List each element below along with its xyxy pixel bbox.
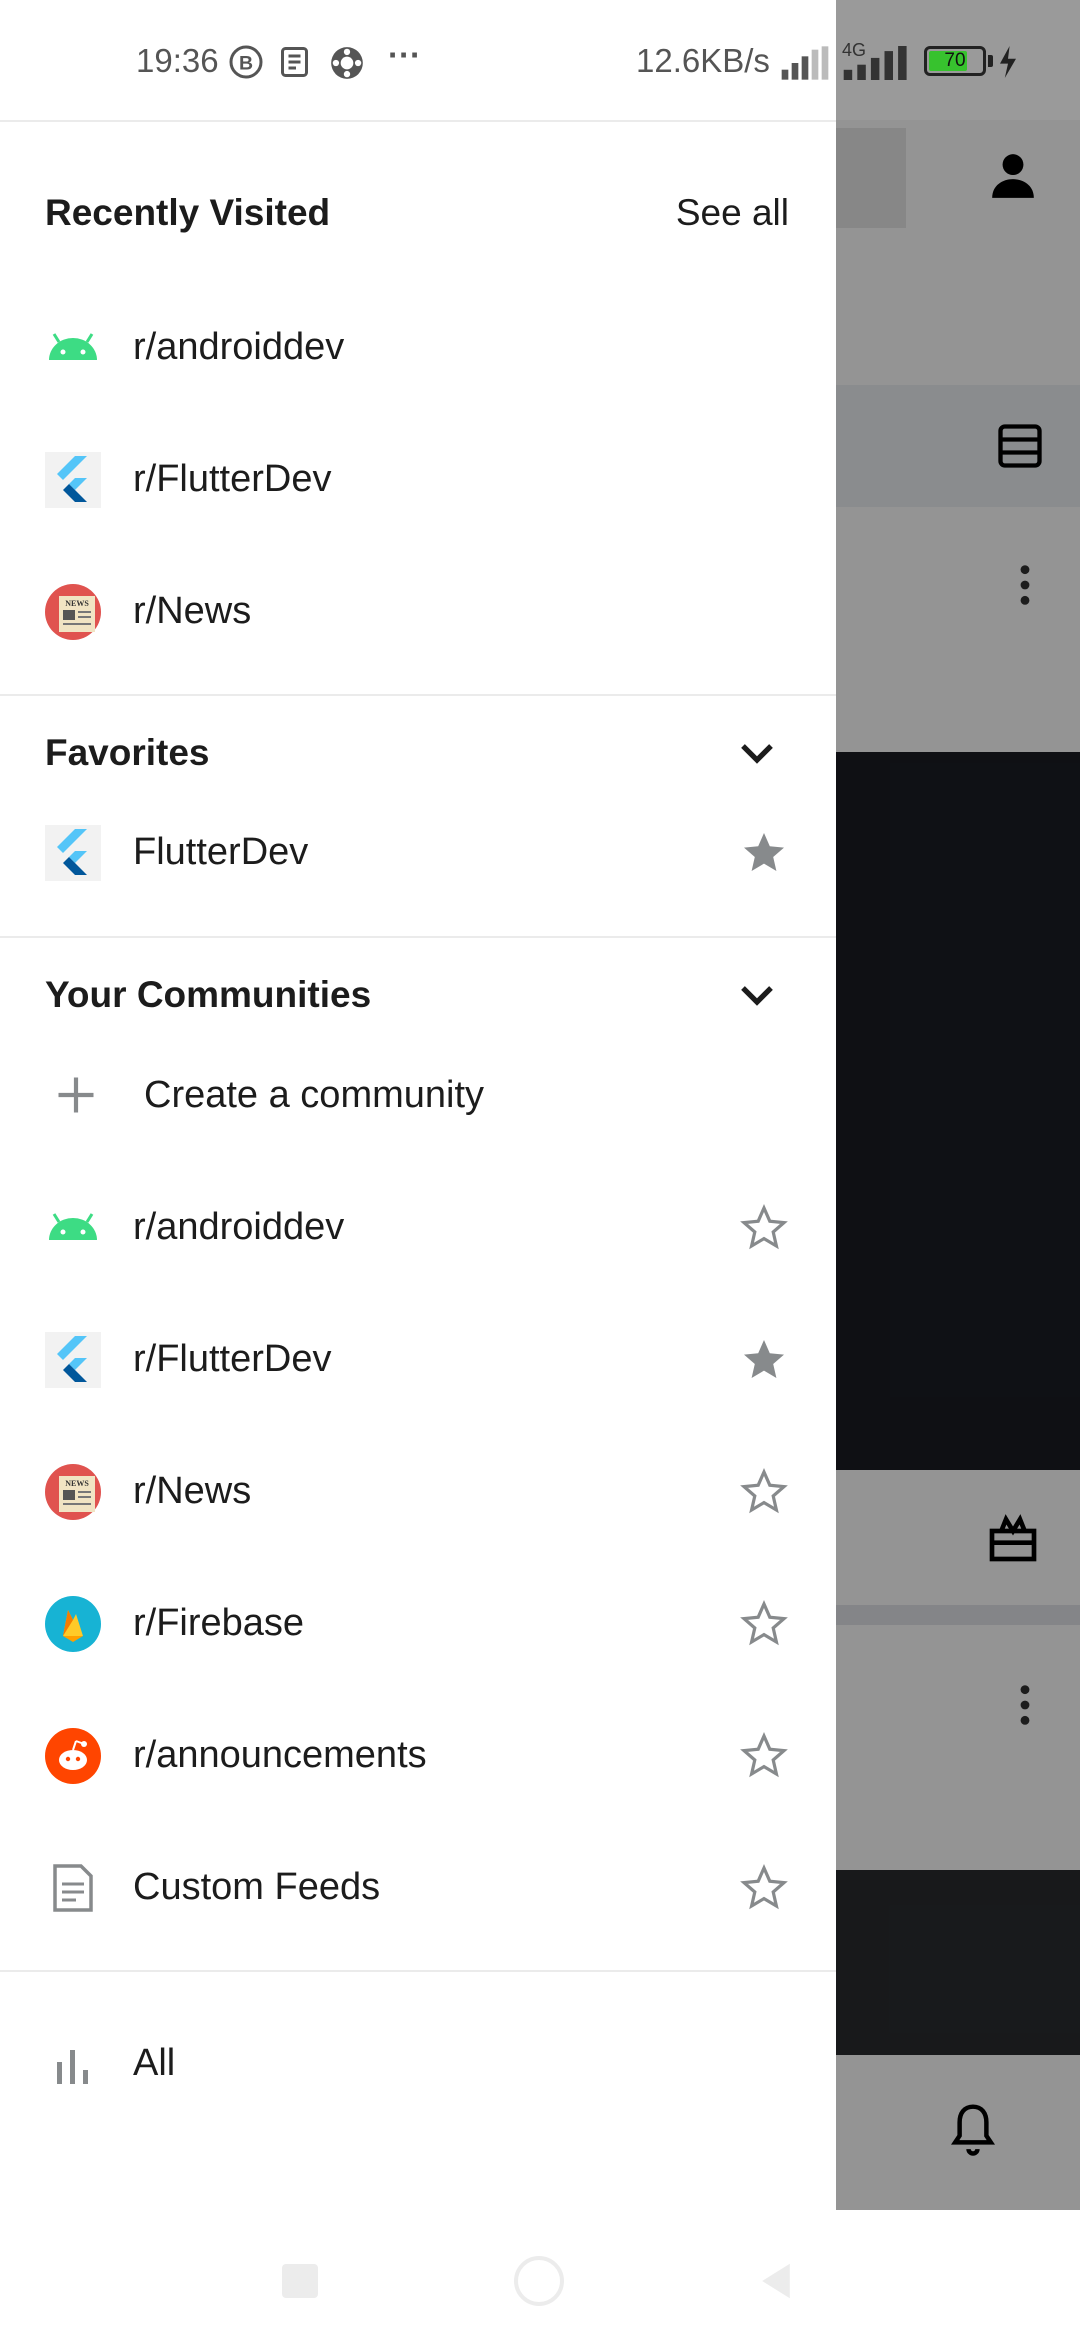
battery-level: 70: [944, 50, 966, 71]
all-label: All: [133, 2042, 176, 2084]
svg-text:NEWS: NEWS: [65, 1479, 89, 1488]
community-item-label: r/Firebase: [133, 1602, 305, 1644]
system-navigation-bar: [0, 2210, 1080, 2340]
plus-icon: [58, 1077, 94, 1113]
create-community-button[interactable]: Create a community: [0, 1040, 836, 1150]
all-item[interactable]: All: [0, 2008, 836, 2118]
community-item-label: r/announcements: [133, 1734, 427, 1776]
community-item-firebase[interactable]: r/Firebase: [0, 1568, 836, 1678]
chevron-down-icon[interactable]: [736, 732, 778, 774]
news-icon: NEWS: [45, 1464, 101, 1520]
create-community-label: Create a community: [144, 1074, 485, 1116]
star-filled-icon[interactable]: [740, 829, 788, 877]
feed-icon: [53, 1864, 93, 1912]
favorite-item-flutterdev[interactable]: FlutterDev: [0, 797, 836, 907]
community-item-label: r/News: [133, 1470, 252, 1512]
star-filled-icon[interactable]: [740, 1336, 788, 1384]
recent-item-androiddev[interactable]: r/androiddev: [0, 292, 836, 402]
status-more-dots: ···: [388, 36, 421, 73]
news-icon: NEWS: [45, 584, 101, 640]
star-outline-icon[interactable]: [740, 1864, 788, 1912]
star-outline-icon[interactable]: [740, 1204, 788, 1252]
your-communities-title: Your Communities: [45, 974, 372, 1015]
battery-icon: 70: [924, 46, 986, 76]
status-net-speed: 12.6KB/s: [636, 42, 770, 79]
bar-chart-icon: [57, 2050, 88, 2084]
see-all-link[interactable]: See all: [676, 192, 789, 234]
flutter-icon: [45, 825, 101, 881]
recent-apps-button[interactable]: [282, 2264, 318, 2298]
favorites-title: Favorites: [45, 732, 210, 773]
reddit-icon: [45, 1728, 101, 1784]
section-divider: [0, 1970, 836, 1972]
community-item-androiddev[interactable]: r/androiddev: [0, 1172, 836, 1282]
community-item-flutterdev[interactable]: r/FlutterDev: [0, 1304, 836, 1414]
status-bar: 19:36 B ··· 12.6KB/s: [0, 0, 836, 120]
news-notification-icon: [281, 47, 308, 77]
star-outline-icon[interactable]: [740, 1732, 788, 1780]
recent-item-news[interactable]: NEWS r/News: [0, 556, 836, 666]
status-bar-dimmed: 4G 70: [836, 0, 1080, 120]
charging-icon: [1000, 46, 1016, 78]
firebase-icon: [45, 1596, 101, 1652]
recent-item-label: r/News: [133, 590, 252, 632]
flutter-icon: [45, 452, 101, 508]
recent-item-label: r/androiddev: [133, 326, 345, 368]
community-item-label: Custom Feeds: [133, 1866, 381, 1908]
svg-text:NEWS: NEWS: [65, 599, 89, 608]
status-time: 19:36: [136, 42, 219, 79]
android-icon: [49, 1213, 97, 1240]
recently-visited-title: Recently Visited: [45, 192, 331, 233]
star-outline-icon[interactable]: [740, 1468, 788, 1516]
star-outline-icon[interactable]: [740, 1600, 788, 1648]
home-button[interactable]: [514, 2256, 564, 2306]
b-notification-icon: B: [229, 45, 263, 79]
community-item-announcements[interactable]: r/announcements: [0, 1700, 836, 1810]
signal-1-icon: [781, 46, 829, 80]
community-item-custom-feeds[interactable]: Custom Feeds: [0, 1832, 836, 1942]
svg-text:B: B: [239, 53, 253, 75]
back-button[interactable]: [758, 2262, 794, 2300]
recent-item-flutterdev[interactable]: r/FlutterDev: [0, 424, 836, 534]
app-notification-icon: [331, 47, 363, 79]
flutter-icon: [45, 1332, 101, 1388]
favorite-item-label: FlutterDev: [133, 831, 309, 873]
community-item-label: r/FlutterDev: [133, 1338, 332, 1380]
community-item-news[interactable]: NEWS r/News: [0, 1436, 836, 1546]
chevron-down-icon[interactable]: [736, 974, 778, 1016]
signal-2-icon: [843, 46, 907, 80]
section-divider: [0, 936, 836, 938]
section-divider: [0, 694, 836, 696]
android-icon: [49, 333, 97, 360]
battery-tip: [988, 55, 993, 67]
recent-item-label: r/FlutterDev: [133, 458, 332, 500]
community-item-label: r/androiddev: [133, 1206, 345, 1248]
navigation-drawer: Recently Visited See all r/androiddev r/…: [0, 120, 836, 2210]
